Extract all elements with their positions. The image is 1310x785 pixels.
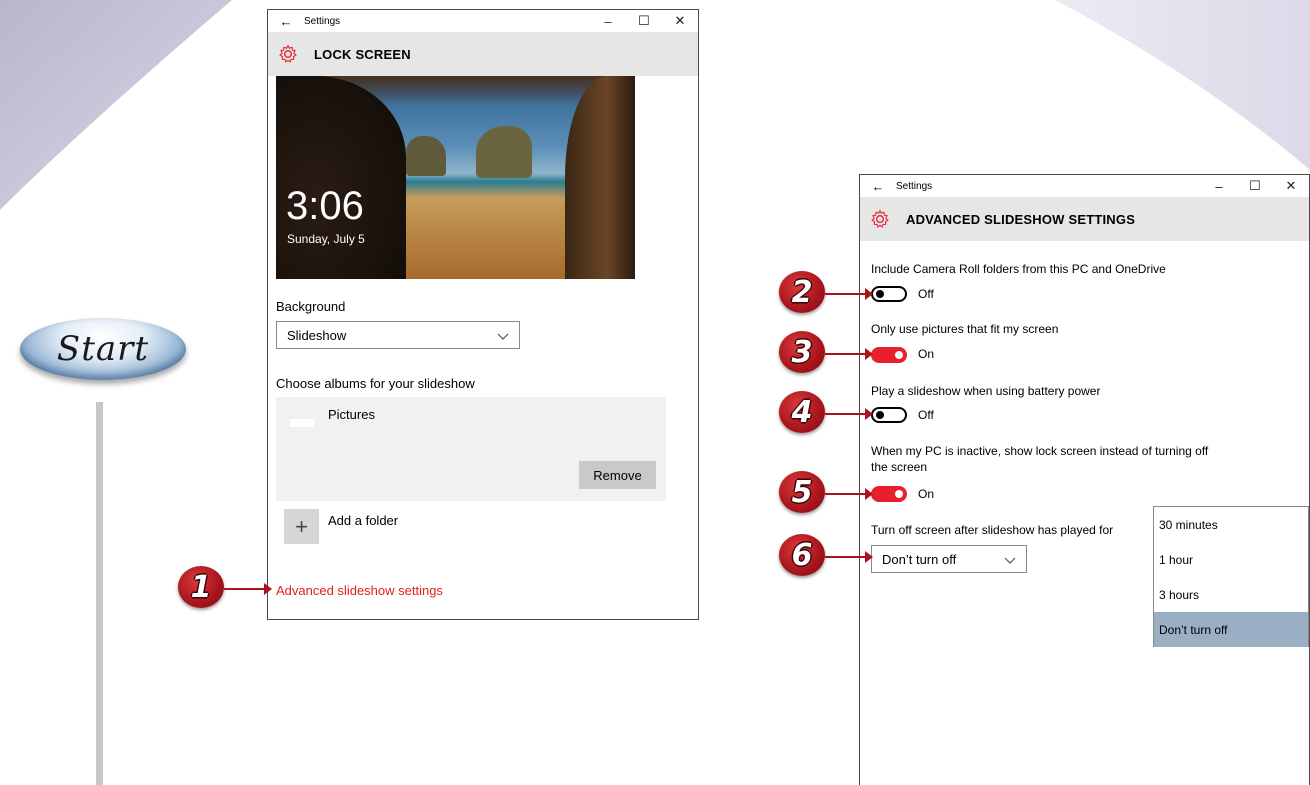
- minimize-icon[interactable]: –: [1201, 179, 1237, 194]
- turnoff-value: Don’t turn off: [882, 551, 957, 567]
- minimize-icon[interactable]: –: [590, 14, 626, 29]
- option-3-hours[interactable]: 3 hours: [1154, 577, 1308, 612]
- close-icon[interactable]: ✕: [1273, 178, 1309, 194]
- chevron-down-icon: [497, 333, 509, 340]
- preview-date: Sunday, July 5: [287, 232, 365, 246]
- toggle-state-inactive: On: [918, 487, 935, 501]
- folder-thumbnail: [290, 419, 314, 427]
- page-title: ADVANCED SLIDESHOW SETTINGS: [906, 211, 1136, 227]
- turnoff-dropdown[interactable]: Don’t turn off: [871, 545, 1027, 573]
- callout-3: 3: [779, 331, 825, 373]
- start-badge: Start: [20, 318, 186, 380]
- setting-label-fit-screen: Only use pictures that fit my screen: [871, 322, 1059, 336]
- setting-label-camera-roll: Include Camera Roll folders from this PC…: [871, 262, 1166, 276]
- option-dont-turn-off[interactable]: Don’t turn off: [1154, 612, 1308, 647]
- callout-4: 4: [779, 391, 825, 433]
- back-arrow-icon[interactable]: ←: [860, 179, 896, 194]
- page-title: LOCK SCREEN: [314, 46, 411, 62]
- gear-icon: [279, 44, 297, 63]
- maximize-icon[interactable]: ☐: [626, 13, 662, 29]
- advanced-slideshow-window: ← Settings – ☐ ✕ ADVANCED SLIDESHOW SETT…: [859, 174, 1310, 785]
- timeline-bar: [96, 402, 103, 785]
- toggle-camera-roll[interactable]: [871, 286, 907, 302]
- setting-label-inactive-line2: the screen: [871, 460, 928, 474]
- lock-screen-preview: 3:06 Sunday, July 5: [276, 76, 635, 279]
- album-name: Pictures: [328, 407, 375, 422]
- start-badge-label: Start: [56, 329, 150, 369]
- callout-4-arrow: [825, 408, 873, 420]
- chevron-down-icon: [1004, 557, 1016, 564]
- gear-icon: [871, 209, 889, 228]
- option-30-minutes[interactable]: 30 minutes: [1154, 507, 1308, 542]
- option-1-hour[interactable]: 1 hour: [1154, 542, 1308, 577]
- setting-label-battery: Play a slideshow when using battery powe…: [871, 384, 1101, 398]
- close-icon[interactable]: ✕: [662, 13, 698, 29]
- window-title: Settings: [304, 15, 341, 27]
- plus-icon: +: [295, 513, 308, 539]
- maximize-icon[interactable]: ☐: [1237, 178, 1273, 194]
- background-dropdown[interactable]: Slideshow: [276, 321, 520, 349]
- callout-2-arrow: [825, 288, 873, 300]
- remove-button[interactable]: Remove: [579, 461, 656, 489]
- callout-6-arrow: [825, 551, 873, 563]
- toggle-fit-screen[interactable]: [871, 347, 907, 363]
- albums-label: Choose albums for your slideshow: [276, 376, 475, 391]
- callout-5-arrow: [825, 488, 873, 500]
- turnoff-label: Turn off screen after slideshow has play…: [871, 523, 1114, 537]
- toggle-state-fit-screen: On: [918, 347, 935, 361]
- add-folder-button[interactable]: +: [284, 509, 319, 544]
- title-bar: ← Settings – ☐ ✕: [268, 10, 698, 32]
- page-header: LOCK SCREEN: [268, 32, 698, 76]
- toggle-state-battery: Off: [918, 408, 934, 422]
- lock-screen-window: ← Settings – ☐ ✕ LOCK SCREEN 3:06 Sunday…: [267, 9, 699, 620]
- turnoff-options-list: 30 minutes 1 hour 3 hours Don’t turn off: [1153, 506, 1309, 647]
- callout-6: 6: [779, 534, 825, 576]
- background-label: Background: [276, 299, 346, 314]
- callout-3-arrow: [825, 348, 873, 360]
- callout-2: 2: [779, 271, 825, 313]
- back-arrow-icon[interactable]: ←: [268, 14, 304, 29]
- toggle-inactive[interactable]: [871, 486, 907, 502]
- callout-5: 5: [779, 471, 825, 513]
- background-value: Slideshow: [287, 327, 347, 343]
- callout-1: 1: [178, 566, 224, 608]
- setting-label-inactive: When my PC is inactive, show lock screen…: [871, 444, 1209, 458]
- toggle-battery[interactable]: [871, 407, 907, 423]
- callout-1-arrow: [224, 583, 272, 595]
- toggle-state-camera-roll: Off: [918, 287, 934, 301]
- preview-time: 3:06: [286, 184, 364, 228]
- title-bar: ← Settings – ☐ ✕: [860, 175, 1309, 197]
- page-header: ADVANCED SLIDESHOW SETTINGS: [860, 197, 1309, 241]
- album-item[interactable]: Pictures Remove: [276, 397, 666, 501]
- advanced-slideshow-settings-link[interactable]: Advanced slideshow settings: [276, 583, 443, 598]
- window-title: Settings: [896, 180, 933, 192]
- add-folder-label[interactable]: Add a folder: [328, 513, 398, 528]
